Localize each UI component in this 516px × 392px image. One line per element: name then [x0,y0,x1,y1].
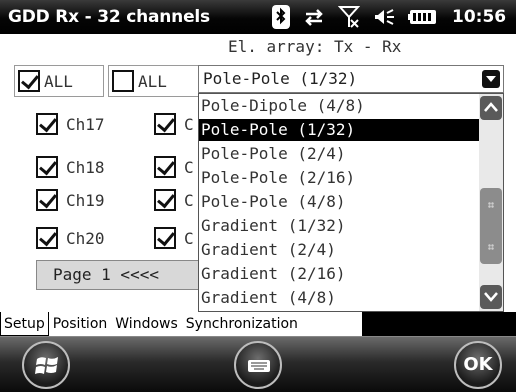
dropdown-option-selected[interactable]: Pole-Pole (1/32) [199,119,479,141]
channel-checkbox-ch17[interactable]: Ch17 [36,111,105,137]
dropdown-option[interactable]: Pole-Pole (4/8) [199,191,479,213]
windows-logo-icon [35,357,58,374]
tab-setup[interactable]: Setup [0,312,49,336]
checkbox-checked-icon [154,156,176,178]
checkbox-unchecked-icon [112,70,134,92]
app-title: GDD Rx - 32 channels [8,7,210,27]
battery-icon[interactable] [408,9,438,25]
electrode-array-label: El. array: Tx - Rx [228,37,402,56]
deselect-all-button[interactable]: ALL [108,65,198,97]
tab-strip: Setup Position Windows Synchronization [0,312,362,336]
checkbox-checked-icon [36,113,58,135]
channel-label: Ch19 [66,190,105,210]
bluetooth-icon[interactable] [272,5,290,29]
ok-button[interactable]: OK [454,341,502,389]
channel-checkbox-col2[interactable]: C [154,225,198,251]
data-transfer-icon[interactable] [303,6,325,28]
chevron-up-icon [484,102,498,112]
chevron-down-icon [484,292,498,302]
chevron-down-icon[interactable] [482,70,500,88]
dropdown-option[interactable]: Gradient (4/8) [199,287,479,309]
page-button[interactable]: Page 1 <<<< [36,260,206,290]
select-all-button[interactable]: ALL [14,65,104,97]
electrode-array-value: Pole-Pole (1/32) [203,69,358,88]
checkbox-checked-icon [154,189,176,211]
dropdown-option[interactable]: Gradient (2/16) [199,263,479,285]
channel-label: C [184,228,194,248]
channel-checkbox-ch18[interactable]: Ch18 [36,154,105,180]
checkbox-checked-icon [36,189,58,211]
tab-windows[interactable]: Windows [111,312,182,336]
title-bar: GDD Rx - 32 channels 10:56 [0,0,516,34]
checkbox-checked-icon [36,156,58,178]
ok-label: OK [463,354,493,375]
dropdown-option[interactable]: Pole-Pole (2/4) [199,143,479,165]
scroll-down-button[interactable] [480,285,502,309]
grip-icon [488,244,494,250]
checkbox-checked-icon [154,227,176,249]
tab-synchronization[interactable]: Synchronization [182,312,302,336]
page-label: Page 1 <<<< [53,265,159,284]
grip-icon [488,202,494,208]
channel-checkbox-col2[interactable]: C [154,154,198,180]
channel-label: C [184,190,194,210]
checkbox-checked-icon [36,227,58,249]
volume-icon[interactable] [373,6,395,28]
start-button[interactable] [22,341,70,389]
channel-checkbox-col2[interactable]: C [154,187,198,213]
dropdown-option[interactable]: Pole-Pole (2/16) [199,167,479,189]
main-content: El. array: Tx - Rx ALL ALL Pole-Pole (1/… [0,34,516,312]
channel-label: C [184,114,194,134]
status-icons [272,4,438,30]
dropdown-option[interactable]: Gradient (1/32) [199,215,479,237]
scroll-up-button[interactable] [480,96,502,120]
select-all-label: ALL [44,71,73,91]
checkbox-checked-icon [18,70,40,92]
no-signal-icon[interactable] [338,5,360,29]
keyboard-icon [248,360,270,372]
channel-checkbox-ch19[interactable]: Ch19 [36,187,105,213]
channel-checkbox-col2[interactable]: C [154,111,198,137]
checkbox-checked-icon [154,113,176,135]
scroll-thumb[interactable] [480,188,502,264]
channel-label: Ch17 [66,114,105,134]
deselect-all-label: ALL [138,71,167,91]
channel-checkbox-ch20[interactable]: Ch20 [36,225,105,251]
dropdown-option[interactable]: Pole-Dipole (4/8) [199,95,479,117]
clock[interactable]: 10:56 [452,7,506,27]
electrode-array-select[interactable]: Pole-Pole (1/32) [198,65,504,93]
channel-label: Ch20 [66,228,105,248]
soft-key-bar: OK [0,336,516,392]
tab-position[interactable]: Position [49,312,112,336]
electrode-array-dropdown[interactable]: Pole-Dipole (4/8) Pole-Pole (1/32) Pole-… [198,93,504,312]
dropdown-scrollbar[interactable] [479,94,503,311]
keyboard-button[interactable] [234,341,282,389]
channel-label: Ch18 [66,157,105,177]
channel-label: C [184,157,194,177]
tab-bar: Setup Position Windows Synchronization [0,312,516,336]
dropdown-option[interactable]: Gradient (2/4) [199,239,479,261]
